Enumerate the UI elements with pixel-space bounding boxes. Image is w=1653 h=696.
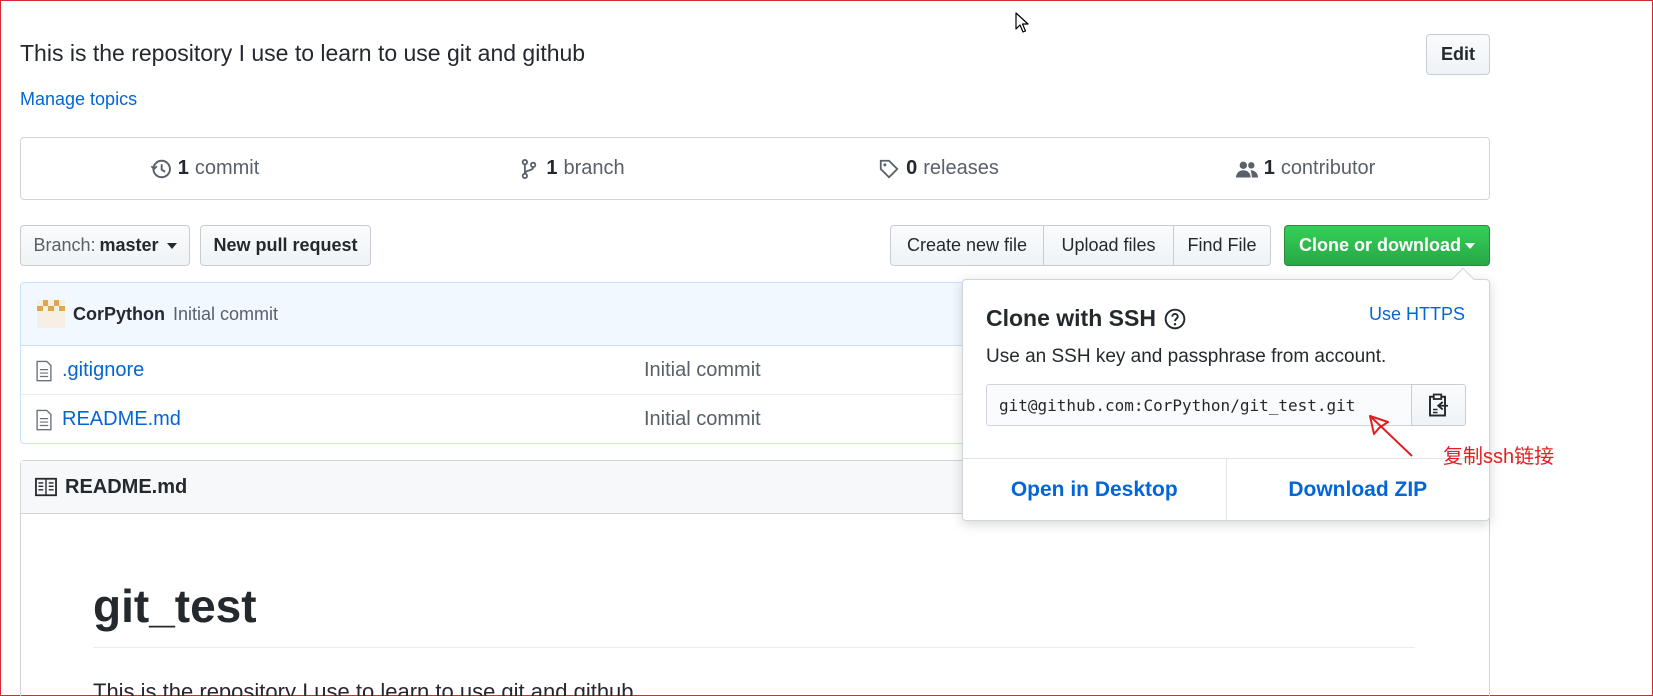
contributors-count: 1 (1263, 157, 1275, 179)
people-icon (1235, 161, 1258, 178)
use-https-link[interactable]: Use HTTPS (1369, 304, 1465, 325)
new-pull-request-button[interactable]: New pull request (200, 225, 371, 266)
branches-count: 1 (546, 157, 558, 179)
file-icon (36, 409, 52, 431)
clone-title: Clone with SSH (986, 305, 1186, 332)
clone-or-download-button[interactable]: Clone or download (1284, 225, 1490, 266)
clone-label: Clone or download (1299, 235, 1461, 255)
clone-description: Use an SSH key and passphrase from accou… (986, 346, 1387, 367)
branches-label: branch (563, 157, 625, 179)
readme-title: git_test (93, 580, 257, 632)
annotation-label: 复制ssh链接 (1443, 446, 1555, 468)
commits-label: commit (194, 157, 260, 179)
stat-commits[interactable]: 1 commit (21, 138, 388, 199)
clone-popover-footer: Open in Desktop Download ZIP (963, 458, 1489, 520)
commits-count: 1 (177, 157, 189, 179)
create-new-file-button[interactable]: Create new file (890, 225, 1044, 266)
file-commit-message[interactable]: Initial commit (644, 408, 761, 431)
contributors-label: contributor (1280, 157, 1376, 179)
ssh-url-input[interactable] (986, 384, 1412, 426)
branch-select-button[interactable]: Branch: master (20, 225, 190, 266)
stat-branches[interactable]: 1 branch (388, 138, 755, 199)
edit-description-button[interactable]: Edit (1426, 34, 1490, 75)
annotation-arrow-icon (1369, 415, 1413, 457)
upload-files-button[interactable]: Upload files (1043, 225, 1174, 266)
help-icon[interactable] (1164, 308, 1186, 330)
clone-title-text: Clone with SSH (986, 305, 1156, 331)
caret-down-icon (1465, 242, 1475, 249)
file-icon (36, 360, 52, 382)
branch-icon (522, 158, 537, 179)
book-icon (35, 477, 57, 497)
popover-arrow (1451, 267, 1475, 291)
readme-filename: README.md (65, 475, 188, 498)
clone-popover: Clone with SSH Use HTTPS Use an SSH key … (962, 267, 1490, 521)
stat-contributors[interactable]: 1 contributor (1122, 138, 1489, 199)
manage-topics-link[interactable]: Manage topics (20, 89, 137, 110)
mouse-cursor-icon (1015, 12, 1029, 33)
avatar[interactable] (37, 300, 65, 328)
file-name-link[interactable]: README.md (62, 408, 181, 431)
caret-down-icon (166, 242, 177, 249)
find-file-button[interactable]: Find File (1173, 225, 1271, 266)
clipboard-icon (1428, 393, 1448, 417)
readme-body: This is the repository I use to learn to… (93, 679, 634, 696)
tag-icon (879, 159, 899, 179)
file-commit-message[interactable]: Initial commit (644, 359, 761, 382)
divider (93, 647, 1415, 648)
repo-description: This is the repository I use to learn to… (20, 40, 586, 66)
branch-prefix: Branch: (33, 235, 96, 255)
history-icon (150, 159, 171, 178)
open-in-desktop-button[interactable]: Open in Desktop (963, 459, 1227, 520)
file-name-link[interactable]: .gitignore (62, 359, 144, 382)
releases-label: releases (923, 157, 999, 179)
branch-value: master (99, 235, 159, 255)
commit-message[interactable]: Initial commit (173, 304, 278, 325)
commit-author[interactable]: CorPython (73, 304, 165, 325)
repo-stats-bar: 1 commit 1 branch 0 releases 1 contribut… (20, 137, 1490, 200)
stat-releases[interactable]: 0 releases (755, 138, 1122, 199)
releases-count: 0 (906, 157, 918, 179)
